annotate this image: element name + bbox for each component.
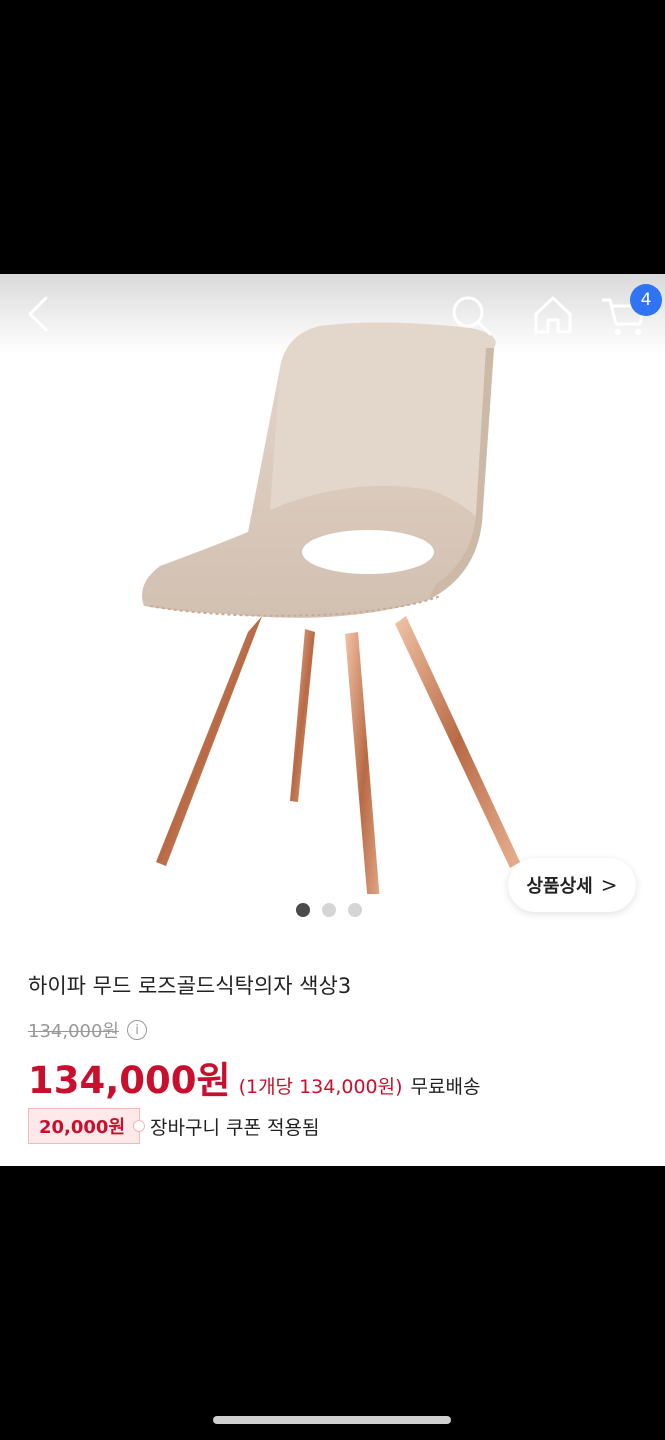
coupon-row: 20,000원 장바구니 쿠폰 적용됨 (28, 1108, 319, 1144)
coupon-tag[interactable]: 20,000원 (28, 1108, 146, 1144)
chevron-right-icon: > (600, 873, 618, 897)
cart-count-badge: 4 (630, 284, 662, 316)
image-pagination-dots (296, 903, 362, 917)
pagination-dot-1[interactable] (296, 903, 310, 917)
sale-price: 134,000원 (28, 1059, 231, 1102)
pagination-dot-3[interactable] (348, 903, 362, 917)
coupon-amount: 20,000원 (39, 1117, 126, 1138)
home-icon[interactable] (530, 292, 576, 338)
pagination-dot-2[interactable] (322, 903, 336, 917)
search-icon[interactable] (448, 292, 494, 338)
home-indicator[interactable] (213, 1416, 451, 1424)
price-row: 134,000원 (1개당 134,000원) 무료배송 (28, 1050, 480, 1104)
shipping-info: 무료배송 (410, 1076, 481, 1098)
coupon-text: 장바구니 쿠폰 적용됨 (150, 1116, 320, 1139)
product-title: 하이파 무드 로즈골드식탁의자 색상3 (28, 974, 352, 998)
product-detail-button[interactable]: 상품상세 > (508, 858, 636, 912)
original-price-row: 134,000원 i (28, 1017, 147, 1043)
unit-price: (1개당 134,000원) (238, 1076, 403, 1098)
product-card: 4 상품상세 > 하이파 무드 로즈골드식탁의자 색상3 134,000원 i … (0, 274, 665, 1166)
chevron-left-icon[interactable] (20, 292, 60, 336)
info-icon[interactable]: i (127, 1020, 147, 1040)
product-image-chair[interactable] (110, 314, 570, 894)
product-detail-label: 상품상세 (526, 876, 593, 897)
coupon-notch (133, 1120, 146, 1132)
original-price: 134,000원 (28, 1021, 119, 1042)
